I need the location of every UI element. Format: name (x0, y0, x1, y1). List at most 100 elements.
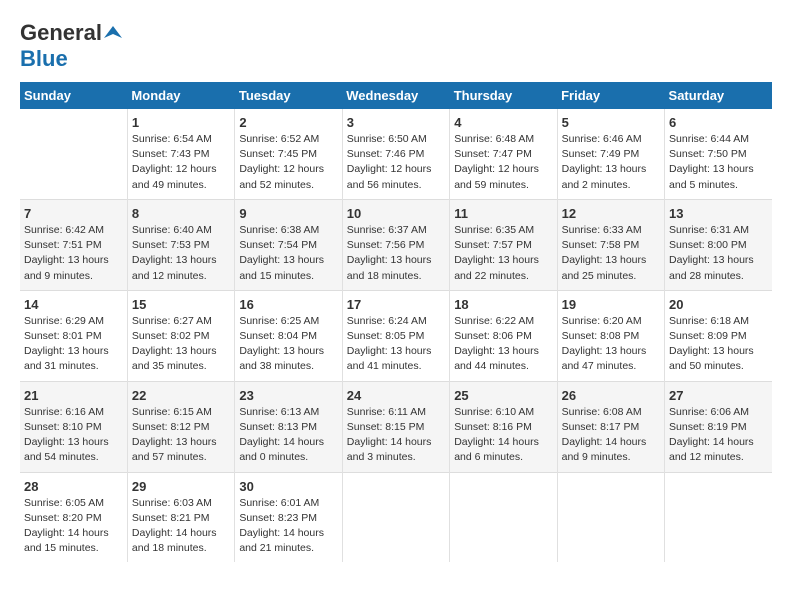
week-row-2: 7 Sunrise: 6:42 AM Sunset: 7:51 PM Daylig… (20, 199, 772, 290)
day-info: Sunrise: 6:18 AM Sunset: 8:09 PM Dayligh… (669, 314, 768, 375)
day-cell (665, 472, 772, 562)
day-info: Sunrise: 6:25 AM Sunset: 8:04 PM Dayligh… (239, 314, 337, 375)
day-info: Sunrise: 6:10 AM Sunset: 8:16 PM Dayligh… (454, 405, 552, 466)
header-sunday: Sunday (20, 82, 127, 109)
day-number: 17 (347, 297, 445, 312)
day-info: Sunrise: 6:46 AM Sunset: 7:49 PM Dayligh… (562, 132, 660, 193)
day-info: Sunrise: 6:20 AM Sunset: 8:08 PM Dayligh… (562, 314, 660, 375)
week-row-1: 1 Sunrise: 6:54 AM Sunset: 7:43 PM Daylig… (20, 109, 772, 199)
day-cell (342, 472, 449, 562)
day-info: Sunrise: 6:16 AM Sunset: 8:10 PM Dayligh… (24, 405, 123, 466)
day-cell: 28Sunrise: 6:05 AM Sunset: 8:20 PM Dayli… (20, 472, 127, 562)
day-number: 10 (347, 206, 445, 221)
logo-general: General (20, 20, 102, 46)
day-number: 18 (454, 297, 552, 312)
week-row-5: 28Sunrise: 6:05 AM Sunset: 8:20 PM Dayli… (20, 472, 772, 562)
day-info: Sunrise: 6:29 AM Sunset: 8:01 PM Dayligh… (24, 314, 123, 375)
day-cell: 17Sunrise: 6:24 AM Sunset: 8:05 PM Dayli… (342, 290, 449, 381)
day-cell (557, 472, 664, 562)
day-cell (450, 472, 557, 562)
day-info: Sunrise: 6:48 AM Sunset: 7:47 PM Dayligh… (454, 132, 552, 193)
day-info: Sunrise: 6:44 AM Sunset: 7:50 PM Dayligh… (669, 132, 768, 193)
day-cell: 15 Sunrise: 6:27 AM Sunset: 8:02 PM Dayli… (127, 290, 234, 381)
day-number: 3 (347, 115, 445, 130)
day-cell: 23 Sunrise: 6:13 AM Sunset: 8:13 PM Dayli… (235, 381, 342, 472)
day-info: Sunrise: 6:37 AM Sunset: 7:56 PM Dayligh… (347, 223, 445, 284)
day-info: Sunrise: 6:33 AM Sunset: 7:58 PM Dayligh… (562, 223, 660, 284)
logo-bird-icon (104, 24, 122, 42)
day-cell: 14 Sunrise: 6:29 AM Sunset: 8:01 PM Dayli… (20, 290, 127, 381)
day-info: Sunrise: 6:01 AM Sunset: 8:23 PM Dayligh… (239, 496, 337, 557)
day-info: Sunrise: 6:15 AM Sunset: 8:12 PM Dayligh… (132, 405, 230, 466)
day-cell: 24 Sunrise: 6:11 AM Sunset: 8:15 PM Dayli… (342, 381, 449, 472)
day-info: Sunrise: 6:35 AM Sunset: 7:57 PM Dayligh… (454, 223, 552, 284)
day-number: 7 (24, 206, 123, 221)
day-number: 21 (24, 388, 123, 403)
day-cell: 12Sunrise: 6:33 AM Sunset: 7:58 PM Dayli… (557, 199, 664, 290)
week-row-3: 14 Sunrise: 6:29 AM Sunset: 8:01 PM Dayli… (20, 290, 772, 381)
day-number: 13 (669, 206, 768, 221)
day-number: 1 (132, 115, 230, 130)
day-info: Sunrise: 6:31 AM Sunset: 8:00 PM Dayligh… (669, 223, 768, 284)
day-number: 9 (239, 206, 337, 221)
calendar-table: SundayMondayTuesdayWednesdayThursdayFrid… (20, 82, 772, 562)
header-row: SundayMondayTuesdayWednesdayThursdayFrid… (20, 82, 772, 109)
header-tuesday: Tuesday (235, 82, 342, 109)
day-cell: 26 Sunrise: 6:08 AM Sunset: 8:17 PM Dayli… (557, 381, 664, 472)
day-cell: 8 Sunrise: 6:40 AM Sunset: 7:53 PM Daylig… (127, 199, 234, 290)
day-number: 6 (669, 115, 768, 130)
page-header: General Blue (20, 20, 772, 72)
day-cell: 1 Sunrise: 6:54 AM Sunset: 7:43 PM Daylig… (127, 109, 234, 199)
day-info: Sunrise: 6:13 AM Sunset: 8:13 PM Dayligh… (239, 405, 337, 466)
header-saturday: Saturday (665, 82, 772, 109)
day-number: 28 (24, 479, 123, 494)
day-cell: 11 Sunrise: 6:35 AM Sunset: 7:57 PM Dayli… (450, 199, 557, 290)
day-number: 26 (562, 388, 660, 403)
day-cell: 5 Sunrise: 6:46 AM Sunset: 7:49 PM Daylig… (557, 109, 664, 199)
day-number: 24 (347, 388, 445, 403)
day-cell: 20 Sunrise: 6:18 AM Sunset: 8:09 PM Dayli… (665, 290, 772, 381)
day-info: Sunrise: 6:50 AM Sunset: 7:46 PM Dayligh… (347, 132, 445, 193)
day-info: Sunrise: 6:40 AM Sunset: 7:53 PM Dayligh… (132, 223, 230, 284)
day-number: 23 (239, 388, 337, 403)
header-thursday: Thursday (450, 82, 557, 109)
header-wednesday: Wednesday (342, 82, 449, 109)
day-info: Sunrise: 6:11 AM Sunset: 8:15 PM Dayligh… (347, 405, 445, 466)
day-info: Sunrise: 6:08 AM Sunset: 8:17 PM Dayligh… (562, 405, 660, 466)
day-cell: 29Sunrise: 6:03 AM Sunset: 8:21 PM Dayli… (127, 472, 234, 562)
day-cell: 7 Sunrise: 6:42 AM Sunset: 7:51 PM Daylig… (20, 199, 127, 290)
day-cell: 27Sunrise: 6:06 AM Sunset: 8:19 PM Dayli… (665, 381, 772, 472)
day-cell: 13 Sunrise: 6:31 AM Sunset: 8:00 PM Dayli… (665, 199, 772, 290)
day-number: 2 (239, 115, 337, 130)
day-cell: 21 Sunrise: 6:16 AM Sunset: 8:10 PM Dayli… (20, 381, 127, 472)
day-info: Sunrise: 6:06 AM Sunset: 8:19 PM Dayligh… (669, 405, 768, 466)
day-cell: 9 Sunrise: 6:38 AM Sunset: 7:54 PM Daylig… (235, 199, 342, 290)
day-number: 22 (132, 388, 230, 403)
day-info: Sunrise: 6:54 AM Sunset: 7:43 PM Dayligh… (132, 132, 230, 193)
day-info: Sunrise: 6:03 AM Sunset: 8:21 PM Dayligh… (132, 496, 230, 557)
day-number: 16 (239, 297, 337, 312)
day-cell (20, 109, 127, 199)
day-cell: 2Sunrise: 6:52 AM Sunset: 7:45 PM Daylig… (235, 109, 342, 199)
day-number: 14 (24, 297, 123, 312)
day-info: Sunrise: 6:27 AM Sunset: 8:02 PM Dayligh… (132, 314, 230, 375)
day-number: 20 (669, 297, 768, 312)
day-info: Sunrise: 6:38 AM Sunset: 7:54 PM Dayligh… (239, 223, 337, 284)
day-number: 4 (454, 115, 552, 130)
day-cell: 16 Sunrise: 6:25 AM Sunset: 8:04 PM Dayli… (235, 290, 342, 381)
day-number: 8 (132, 206, 230, 221)
day-info: Sunrise: 6:22 AM Sunset: 8:06 PM Dayligh… (454, 314, 552, 375)
day-number: 5 (562, 115, 660, 130)
day-cell: 22 Sunrise: 6:15 AM Sunset: 8:12 PM Dayli… (127, 381, 234, 472)
day-cell: 30Sunrise: 6:01 AM Sunset: 8:23 PM Dayli… (235, 472, 342, 562)
day-cell: 4 Sunrise: 6:48 AM Sunset: 7:47 PM Daylig… (450, 109, 557, 199)
day-cell: 25 Sunrise: 6:10 AM Sunset: 8:16 PM Dayli… (450, 381, 557, 472)
week-row-4: 21 Sunrise: 6:16 AM Sunset: 8:10 PM Dayli… (20, 381, 772, 472)
day-number: 25 (454, 388, 552, 403)
day-cell: 18 Sunrise: 6:22 AM Sunset: 8:06 PM Dayli… (450, 290, 557, 381)
day-info: Sunrise: 6:42 AM Sunset: 7:51 PM Dayligh… (24, 223, 123, 284)
day-number: 15 (132, 297, 230, 312)
day-number: 11 (454, 206, 552, 221)
logo: General Blue (20, 20, 122, 72)
day-cell: 19Sunrise: 6:20 AM Sunset: 8:08 PM Dayli… (557, 290, 664, 381)
